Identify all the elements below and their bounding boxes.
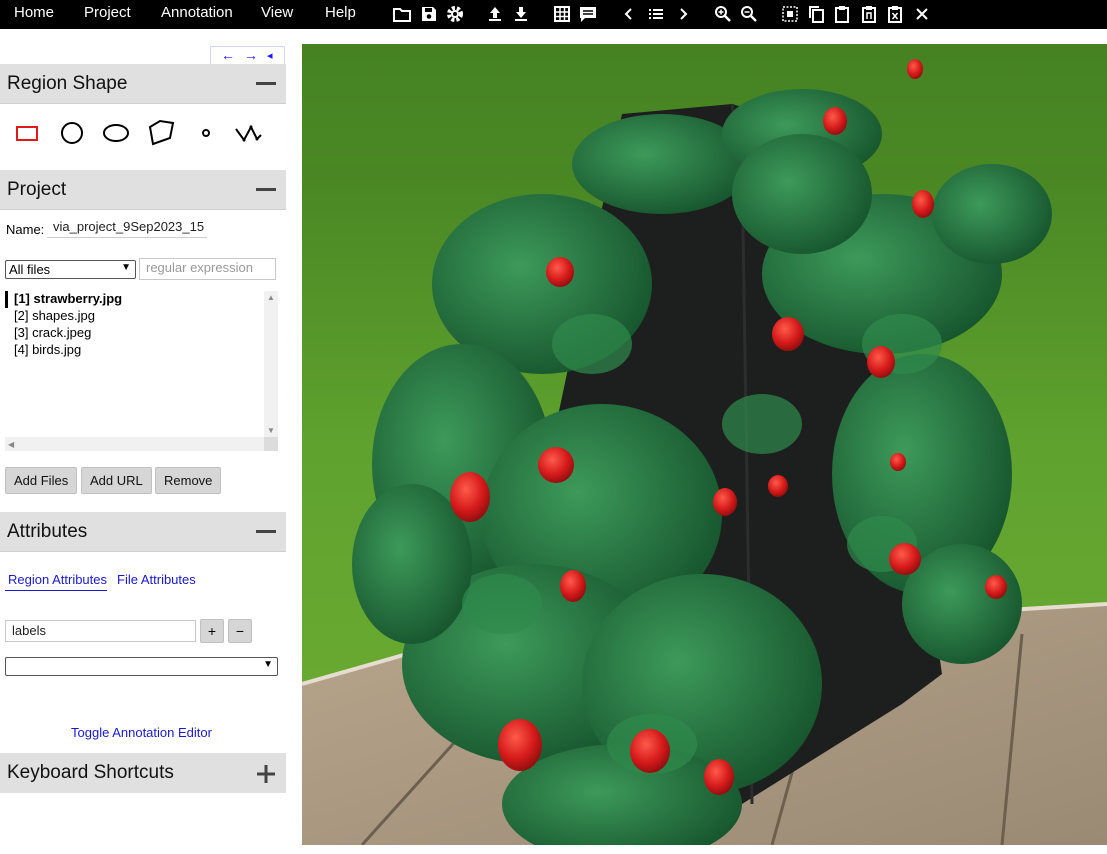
scroll-down-icon[interactable]: ▼	[267, 426, 275, 435]
keyboard-shortcuts-header[interactable]: Keyboard Shortcuts	[0, 753, 286, 793]
project-name-label: Name:	[6, 222, 45, 237]
chevron-down-icon: ▼	[121, 262, 131, 273]
paste-n-icon[interactable]	[859, 4, 879, 24]
zoom-in-icon[interactable]	[713, 4, 733, 24]
file-list-item[interactable]: [1] strawberry.jpg	[5, 291, 122, 308]
collapse-icon[interactable]	[256, 530, 276, 533]
rectangle-shape-button[interactable]	[12, 117, 42, 147]
menu-home[interactable]: Home	[14, 4, 54, 21]
menu-view[interactable]: View	[261, 4, 293, 21]
download-icon[interactable]	[511, 4, 531, 24]
close-icon[interactable]	[912, 4, 932, 24]
scroll-corner	[264, 437, 278, 451]
top-menu-bar: Home Project Annotation View Help	[0, 0, 1107, 29]
project-name-field[interactable]: via_project_9Sep2023_15	[47, 218, 207, 238]
strawberry-image	[302, 44, 1107, 845]
region-shape-title: Region Shape	[7, 73, 128, 94]
paste-delete-icon[interactable]	[885, 4, 905, 24]
scroll-up-icon[interactable]: ▲	[267, 293, 275, 302]
prev-image-button[interactable]: ←	[221, 47, 235, 63]
add-attribute-button[interactable]: +	[200, 619, 224, 643]
comment-icon[interactable]	[578, 4, 598, 24]
add-url-button[interactable]: Add URL	[81, 467, 152, 494]
polygon-shape-button[interactable]	[146, 117, 176, 147]
file-list-horizontal-scrollbar[interactable]: ◀	[5, 437, 278, 451]
chevron-down-icon: ▼	[263, 659, 273, 670]
sidebar-nav: ← → ◂	[210, 46, 285, 64]
remove-attribute-button[interactable]: −	[228, 619, 252, 643]
paste-icon[interactable]	[832, 4, 852, 24]
attribute-name-input[interactable]: labels	[5, 620, 196, 642]
attributes-title: Attributes	[7, 521, 88, 542]
toggle-annotation-editor-link[interactable]: Toggle Annotation Editor	[71, 725, 212, 740]
remove-file-button[interactable]: Remove	[155, 467, 222, 494]
file-list-item[interactable]: [2] shapes.jpg	[5, 308, 95, 325]
region-shape-header[interactable]: Region Shape	[0, 64, 286, 104]
add-files-button[interactable]: Add Files	[5, 467, 78, 494]
file-filter-value: All files	[9, 262, 51, 277]
gear-icon[interactable]	[445, 4, 465, 24]
attribute-select[interactable]: ▼	[5, 657, 278, 676]
tab-file-attributes[interactable]: File Attributes	[117, 572, 196, 587]
copy-icon[interactable]	[806, 4, 826, 24]
file-list-vertical-scrollbar[interactable]: ▲ ▼	[264, 291, 278, 437]
zoom-out-icon[interactable]	[739, 4, 759, 24]
expand-icon[interactable]	[256, 764, 276, 784]
project-title: Project	[7, 179, 67, 200]
polyline-shape-button[interactable]	[233, 117, 263, 147]
keyboard-shortcuts-title: Keyboard Shortcuts	[7, 762, 174, 783]
menu-annotation[interactable]: Annotation	[161, 4, 233, 21]
menu-project[interactable]: Project	[84, 4, 131, 21]
file-list-item[interactable]: [4] birds.jpg	[5, 342, 81, 359]
circle-shape-button[interactable]	[57, 117, 87, 147]
attributes-header[interactable]: Attributes	[0, 512, 286, 552]
scroll-left-icon[interactable]: ◀	[8, 440, 14, 449]
image-canvas[interactable]	[302, 44, 1107, 845]
menu-help[interactable]: Help	[325, 4, 356, 21]
collapse-sidebar-button[interactable]: ◂	[267, 49, 273, 62]
collapse-icon[interactable]	[256, 188, 276, 191]
left-sidebar: ← → ◂ Region Shape Project Name: via_pro…	[0, 44, 286, 796]
file-list: [1] strawberry.jpg [2] shapes.jpg [3] cr…	[5, 291, 278, 451]
list-icon[interactable]	[646, 4, 666, 24]
file-filter-select[interactable]: All files ▼	[5, 260, 136, 279]
folder-icon[interactable]	[392, 4, 412, 24]
save-icon[interactable]	[419, 4, 439, 24]
regex-filter-input[interactable]: regular expression	[139, 258, 276, 280]
point-shape-button[interactable]	[191, 117, 221, 147]
grid-icon[interactable]	[552, 4, 572, 24]
chevron-right-icon[interactable]	[673, 4, 693, 24]
chevron-left-icon[interactable]	[619, 4, 639, 24]
file-list-item[interactable]: [3] crack.jpeg	[5, 325, 91, 342]
tab-region-attributes[interactable]: Region Attributes	[5, 572, 108, 591]
ellipse-shape-button[interactable]	[101, 117, 131, 147]
select-all-icon[interactable]	[780, 4, 800, 24]
next-image-button[interactable]: →	[244, 47, 258, 63]
upload-icon[interactable]	[485, 4, 505, 24]
collapse-icon[interactable]	[256, 82, 276, 85]
project-header[interactable]: Project	[0, 170, 286, 210]
